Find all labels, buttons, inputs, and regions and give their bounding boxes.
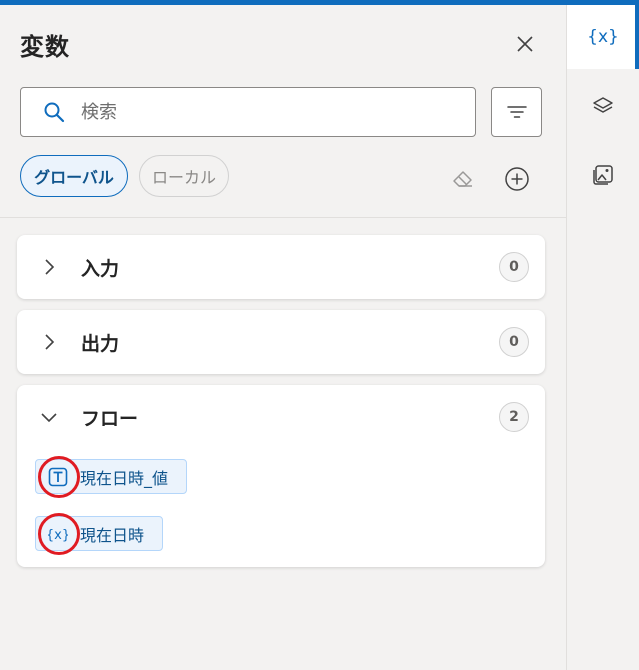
section-output-header[interactable]: 出力 0 <box>17 310 545 374</box>
section-input-card: 入力 0 <box>17 235 545 299</box>
section-output-label: 出力 <box>81 332 120 355</box>
section-flow-header[interactable]: フロー 2 <box>17 385 545 449</box>
section-flow-label: フロー <box>81 407 139 430</box>
highlight-circle <box>38 513 80 555</box>
variable-chip[interactable]: {x} 現在日時 <box>35 513 164 555</box>
divider <box>0 217 566 218</box>
section-flow-count: 2 <box>499 402 529 432</box>
filter-button[interactable] <box>491 87 542 137</box>
variable-name: 現在日時_値 <box>80 468 169 488</box>
chevron-right-icon <box>45 259 55 275</box>
add-circle-icon <box>505 167 529 191</box>
side-rail: {x} <box>566 5 639 670</box>
layers-icon <box>593 97 613 113</box>
tab-global[interactable]: グローバル <box>20 155 128 197</box>
close-button[interactable] <box>510 29 540 59</box>
section-output-card: 出力 0 <box>17 310 545 374</box>
rail-variables-button[interactable]: {x} <box>567 5 639 69</box>
section-output-count: 0 <box>499 327 529 357</box>
add-variable-button[interactable] <box>500 162 534 196</box>
panel-title: 変数 <box>20 33 70 61</box>
variable-chip[interactable]: 現在日時_値 <box>35 456 188 498</box>
variable-name: 現在日時 <box>80 525 145 545</box>
highlight-circle <box>38 456 80 498</box>
section-input-label: 入力 <box>81 257 120 280</box>
chevron-right-icon <box>45 334 55 350</box>
tab-local[interactable]: ローカル <box>139 155 229 197</box>
variables-icon: {x} <box>587 27 619 47</box>
search-box[interactable] <box>20 87 476 137</box>
rail-images-button[interactable] <box>567 143 639 207</box>
section-input-count: 0 <box>499 252 529 282</box>
search-icon <box>44 102 65 123</box>
eraser-icon <box>453 171 472 187</box>
search-input[interactable] <box>81 101 441 123</box>
variables-panel: 変数 グローバル ローカル 入力 0 出力 0 <box>0 5 566 670</box>
images-icon <box>593 165 613 185</box>
chevron-down-icon <box>41 413 57 423</box>
rail-layers-button[interactable] <box>567 75 639 139</box>
filter-icon <box>506 106 527 118</box>
close-icon <box>517 36 533 52</box>
section-flow-card: フロー 2 現在日時_値 {x} 現在日時 <box>17 385 545 567</box>
clear-unused-button[interactable] <box>446 161 480 195</box>
section-input-header[interactable]: 入力 0 <box>17 235 545 299</box>
